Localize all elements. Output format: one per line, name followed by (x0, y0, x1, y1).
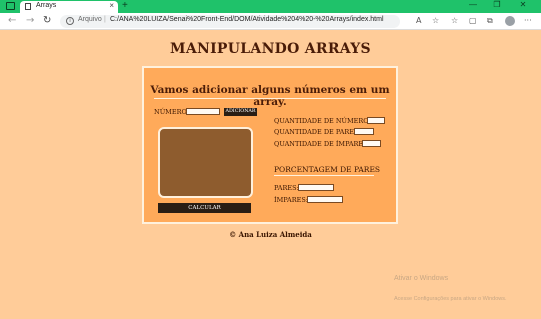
qty-numbers-label: QUANTIDADE DE NÚMEROS: (274, 117, 376, 125)
even-percent-label: PARES: (274, 184, 299, 192)
restore-button[interactable]: ❐ (486, 0, 508, 9)
number-label: NÚMERO: (154, 108, 189, 116)
address-url[interactable]: C:/ANA%20LUIZA/Senai%20Front-End/DOM/Ati… (110, 16, 384, 23)
collections-icon[interactable]: ▢ (469, 16, 477, 25)
card-heading: Vamos adicionar alguns números em um arr… (150, 84, 390, 108)
tab-title: Arrays (36, 2, 57, 9)
activate-windows-subtitle: Acesse Configurações para ativar o Windo… (394, 296, 507, 302)
tab-close-icon[interactable]: × (109, 1, 114, 10)
numbers-list[interactable] (158, 127, 253, 198)
footer-credit: © Ana Luiza Almeida (229, 230, 312, 239)
array-form-card: Vamos adicionar alguns números em um arr… (142, 66, 398, 224)
browser-toolbar: ← → ↻ i Arquivo | C:/ANA%20LUIZA/Senai%2… (0, 13, 541, 30)
number-input[interactable] (186, 108, 220, 115)
info-icon[interactable]: i (66, 17, 74, 25)
back-button[interactable]: ← (8, 15, 16, 26)
extensions-icon[interactable]: ⧉ (487, 16, 493, 26)
qty-even-field (354, 128, 374, 135)
browser-tab[interactable]: Arrays × (20, 1, 118, 13)
menu-icon[interactable]: ··· (524, 16, 532, 25)
odd-percent-field (307, 196, 343, 203)
add-button[interactable]: ADICIONAR (224, 108, 257, 116)
odd-percent-label: ÍMPARES: (274, 196, 308, 204)
favorites-icon[interactable]: ☆ (451, 16, 458, 25)
reload-button[interactable]: ↻ (43, 15, 51, 26)
favorite-add-icon[interactable]: ☆ (432, 16, 439, 25)
page-title: MANIPULANDO ARRAYS (170, 41, 371, 57)
calculate-button[interactable]: CALCULAR (158, 203, 251, 213)
browser-tab-strip: Arrays × + — ❐ ✕ (0, 0, 541, 13)
new-tab-button[interactable]: + (122, 0, 128, 11)
qty-odd-label: QUANTIDADE DE ÍMPARES: (274, 140, 370, 148)
address-bar[interactable]: i Arquivo | C:/ANA%20LUIZA/Senai%20Front… (60, 15, 400, 28)
minimize-button[interactable]: — (462, 0, 484, 9)
even-percent-field (298, 184, 334, 191)
profile-icon[interactable] (505, 16, 515, 26)
address-label: Arquivo (78, 16, 102, 23)
percentage-heading: PORCENTAGEM DE PARES (274, 165, 381, 174)
qty-even-label: QUANTIDADE DE PARES: (274, 128, 361, 136)
window-menu-icon[interactable] (6, 2, 15, 10)
close-window-button[interactable]: ✕ (512, 0, 534, 9)
address-separator: | (104, 16, 106, 23)
read-aloud-icon[interactable]: A (416, 16, 421, 25)
qty-odd-field (362, 140, 381, 147)
activate-windows-title: Ativar o Windows (394, 275, 449, 282)
qty-numbers-field (367, 117, 385, 124)
heading-divider (154, 98, 386, 99)
percentage-divider (274, 175, 374, 176)
page-icon (25, 3, 31, 10)
forward-button[interactable]: → (26, 15, 34, 26)
